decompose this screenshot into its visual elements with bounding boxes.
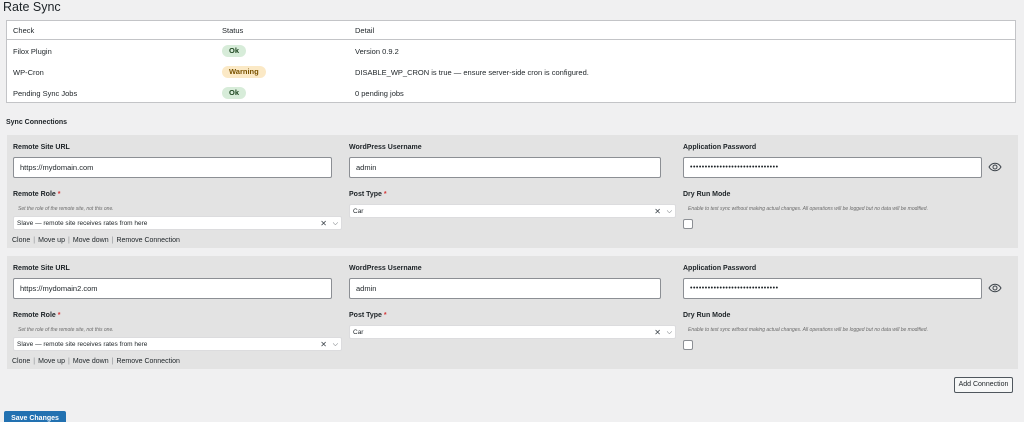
post-type-label: Post Type *: [349, 191, 387, 198]
connection-actions: Clone | Move up | Move down | Remove Connectio…: [12, 358, 180, 365]
chevron-down-icon[interactable]: ⌵: [667, 205, 672, 218]
connection-card: Remote Site URL https://mydomain.com Wor…: [7, 135, 1018, 248]
remote-role-value: Slave — remote site receives rates from …: [17, 341, 148, 348]
remote-role-help: Set the role of the remote site, not thi…: [18, 206, 114, 212]
password-input[interactable]: ••••••••••••••••••••••••••••••: [683, 278, 982, 299]
post-type-value: Car: [353, 329, 364, 336]
move-up-link[interactable]: Move up: [38, 237, 65, 244]
move-down-link[interactable]: Move down: [73, 237, 109, 244]
password-input[interactable]: ••••••••••••••••••••••••••••••: [683, 157, 982, 178]
remote-url-input[interactable]: https://mydomain2.com: [13, 278, 332, 299]
required-mark: *: [383, 312, 387, 319]
column-header-check: Check: [13, 26, 35, 35]
check-detail: 0 pending jobs: [355, 89, 404, 98]
move-up-link[interactable]: Move up: [38, 358, 65, 365]
required-mark: *: [57, 191, 61, 198]
status-badge: Warning: [222, 66, 266, 78]
column-header-status: Status: [222, 26, 244, 35]
status-badge: Ok: [222, 87, 247, 99]
section-title: Sync Connections: [6, 119, 68, 126]
check-detail: Version 0.9.2: [355, 47, 399, 56]
post-type-label: Post Type *: [349, 312, 387, 319]
connection-actions: Clone | Move up | Move down | Remove Connectio…: [12, 237, 180, 244]
post-type-select[interactable]: Car ✕ ⌵: [349, 325, 676, 339]
remote-url-input[interactable]: https://mydomain.com: [13, 157, 332, 178]
chevron-down-icon[interactable]: ⌵: [333, 338, 338, 351]
post-type-select[interactable]: Car ✕ ⌵: [349, 204, 676, 218]
status-badge: Ok: [222, 45, 247, 57]
check-name: Pending Sync Jobs: [13, 89, 78, 98]
clear-x-icon[interactable]: ✕: [320, 217, 327, 230]
post-type-value: Car: [353, 208, 364, 215]
save-changes-button[interactable]: Save Changes: [4, 411, 66, 422]
dry-run-help: Enable to test sync without making actua…: [688, 206, 928, 212]
check-name: Filox Plugin: [13, 47, 52, 56]
column-header-detail: Detail: [355, 26, 375, 35]
username-input[interactable]: admin: [349, 157, 661, 178]
remote-role-help: Set the role of the remote site, not thi…: [18, 327, 114, 333]
password-label: Application Password: [683, 265, 757, 272]
password-label: Application Password: [683, 144, 757, 151]
dry-run-checkbox[interactable]: [683, 340, 693, 350]
add-connection-button[interactable]: Add Connection: [954, 377, 1013, 393]
remote-role-label: Remote Role *: [13, 191, 61, 198]
username-input[interactable]: admin: [349, 278, 661, 299]
dry-run-checkbox[interactable]: [683, 219, 693, 229]
dry-run-label: Dry Run Mode: [683, 191, 731, 198]
remove-connection-link[interactable]: Remove Connection: [116, 358, 179, 365]
move-down-link[interactable]: Move down: [73, 358, 109, 365]
check-detail: DISABLE_WP_CRON is true — ensure server-…: [355, 68, 589, 77]
remote-url-label: Remote Site URL: [13, 144, 70, 151]
clear-x-icon[interactable]: ✕: [654, 326, 661, 339]
clone-link[interactable]: Clone: [12, 237, 30, 244]
status-table-header: Check Status Detail: [7, 21, 1015, 40]
remote-role-label: Remote Role *: [13, 312, 61, 319]
table-row: WP-Cron Warning DISABLE_WP_CRON is true …: [7, 62, 1015, 82]
chevron-down-icon[interactable]: ⌵: [667, 326, 672, 339]
page-title: Rate Sync: [3, 0, 61, 14]
remote-role-value: Slave — remote site receives rates from …: [17, 220, 148, 227]
table-row: Filox Plugin Ok Version 0.9.2: [7, 41, 1015, 61]
check-name: WP-Cron: [13, 68, 44, 77]
eye-icon[interactable]: [988, 162, 1002, 172]
clear-x-icon[interactable]: ✕: [320, 338, 327, 351]
eye-icon[interactable]: [988, 283, 1002, 293]
status-table: Check Status Detail Filox Plugin Ok Vers…: [6, 20, 1016, 103]
required-mark: *: [57, 312, 61, 319]
username-label: WordPress Username: [349, 144, 422, 151]
table-row: Pending Sync Jobs Ok 0 pending jobs: [7, 83, 1015, 103]
connection-card: Remote Site URL https://mydomain2.com Wo…: [7, 256, 1018, 369]
required-mark: *: [383, 191, 387, 198]
remote-url-label: Remote Site URL: [13, 265, 70, 272]
dry-run-label: Dry Run Mode: [683, 312, 731, 319]
remote-role-select[interactable]: Slave — remote site receives rates from …: [13, 337, 342, 351]
clear-x-icon[interactable]: ✕: [654, 205, 661, 218]
clone-link[interactable]: Clone: [12, 358, 30, 365]
username-label: WordPress Username: [349, 265, 422, 272]
chevron-down-icon[interactable]: ⌵: [333, 217, 338, 230]
remove-connection-link[interactable]: Remove Connection: [116, 237, 179, 244]
dry-run-help: Enable to test sync without making actua…: [688, 327, 928, 333]
remote-role-select[interactable]: Slave — remote site receives rates from …: [13, 216, 342, 230]
